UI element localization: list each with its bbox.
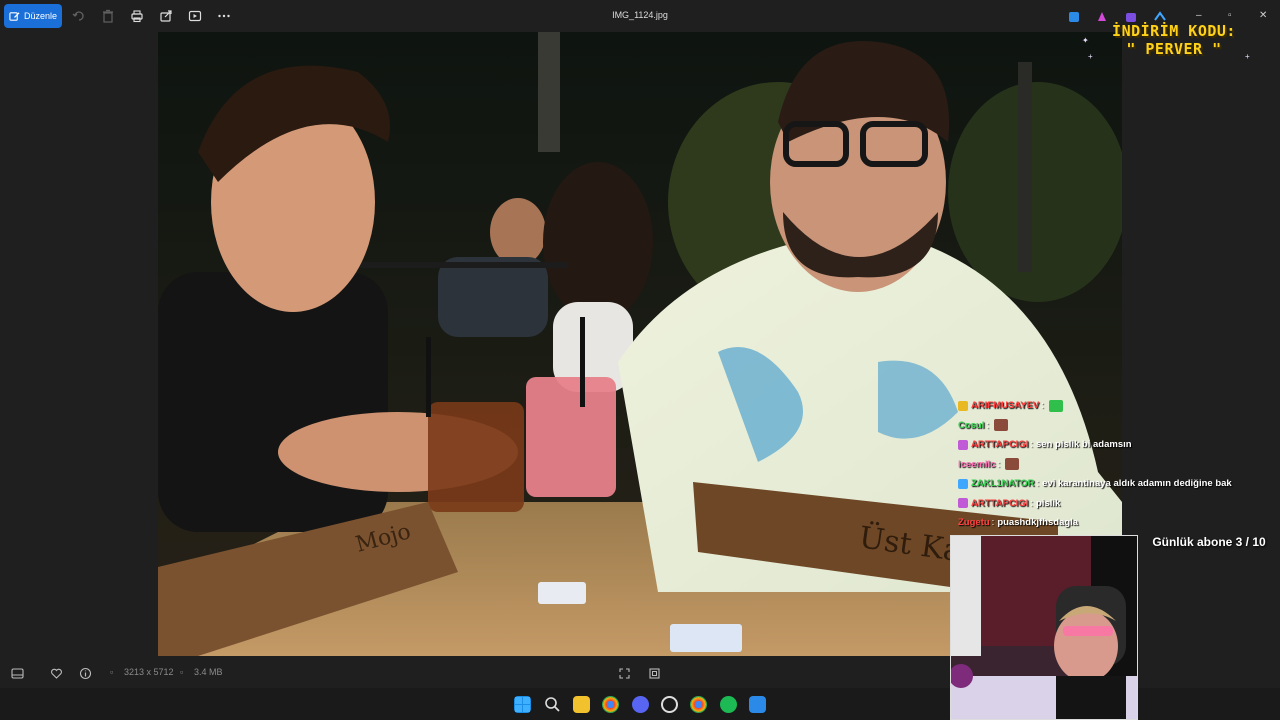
chat-separator: : [1041, 400, 1044, 412]
filmstrip-icon[interactable] [11, 667, 24, 680]
badge-icon [958, 400, 968, 411]
top-toolbar: Düzenle IMG_1124.jpg – ▫ ✕ [0, 0, 1280, 32]
discord-icon[interactable] [632, 696, 649, 713]
chat-username: ARIFMUSAYEV [971, 400, 1040, 412]
promo-line-1: İNDİRİM KODU: [1112, 22, 1236, 40]
chat-message: ARIFMUSAYEV: [958, 396, 1278, 416]
window-title: IMG_1124.jpg [612, 10, 668, 20]
minimize-icon[interactable]: – [1196, 10, 1202, 21]
start-icon[interactable] [514, 696, 531, 713]
chat-message: Zugetu: puashdkjfhsdagla [958, 513, 1278, 533]
stream-chat: ARIFMUSAYEV: Cosul: ARTTAPCIGI: sen pislik … [958, 396, 1278, 533]
chat-separator: : [986, 419, 990, 431]
zoom-icon[interactable] [648, 667, 661, 680]
sparkle-icon: + [1245, 52, 1250, 61]
badge-icon [958, 439, 968, 450]
chat-message-text: pislik [1036, 497, 1061, 509]
promo-line-2: " PERVER " [1126, 40, 1222, 58]
chat-message: iceemilc: [958, 455, 1278, 475]
sparkle-icon: ✦ [1082, 36, 1089, 45]
chat-message-text: puashdkjfhsdagla [997, 517, 1079, 529]
chat-username: iceemilc [958, 458, 996, 470]
info-icon[interactable] [79, 667, 92, 680]
file-size: 3.4 MB [194, 667, 223, 677]
emote-icon [1048, 399, 1063, 412]
app-icon[interactable] [661, 696, 678, 713]
spotify-icon[interactable] [720, 696, 737, 713]
chat-message-text: sen pislik bi adamsın [1036, 439, 1132, 451]
sparkle-icon: + [1088, 52, 1093, 61]
emote-icon [1005, 458, 1020, 471]
badge-icon [958, 478, 968, 489]
disk-icon: ▫ [180, 667, 184, 677]
chat-username: ARTTAPCIGI [971, 439, 1029, 451]
close-icon[interactable]: ✕ [1259, 10, 1267, 21]
promo-code-overlay: İNDİRİM KODU: " PERVER " [1104, 22, 1244, 58]
chat-message: ZAKL1NATOR: evi karantinaya aldık adamın … [958, 474, 1278, 494]
photos-app-window: Düzenle IMG_1124.jpg – ▫ ✕ Mojo Üst Ka ▫… [0, 0, 1280, 720]
badge-icon [958, 498, 968, 509]
chat-separator: : [1030, 497, 1033, 509]
fit-icon[interactable] [618, 667, 631, 680]
chat-username: ARTTAPCIGI [971, 497, 1029, 509]
photos-icon[interactable] [749, 696, 766, 713]
chat-separator: : [991, 517, 995, 529]
favorite-icon[interactable] [50, 667, 63, 680]
chat-separator: : [1036, 478, 1040, 490]
chrome-icon[interactable] [602, 696, 619, 713]
chat-separator: : [1030, 439, 1033, 451]
chat-message-text: evi karantinaya aldık adamın dediğine ba… [1042, 478, 1232, 490]
chat-message: ARTTAPCIGI: sen pislik bi adamsın [958, 435, 1278, 455]
search-icon[interactable] [544, 696, 561, 713]
emote-icon [994, 419, 1009, 432]
image-dimensions: 3213 x 5712 [124, 667, 174, 677]
file-explorer-icon[interactable] [573, 696, 590, 713]
sub-goal-counter: Günlük abone 3 / 10 [1152, 535, 1266, 549]
chat-username: ZAKL1NATOR [971, 478, 1035, 490]
chat-username: Cosul [958, 419, 985, 431]
webcam-feed [950, 535, 1138, 720]
chat-separator: : [997, 458, 1001, 470]
chrome-icon[interactable] [690, 696, 707, 713]
image-icon: ▫ [110, 667, 114, 677]
tray-app-icon[interactable] [1066, 9, 1082, 25]
chat-message: ARTTAPCIGI: pislik [958, 494, 1278, 514]
chat-username: Zugetu [958, 517, 990, 529]
chat-message: Cosul: [958, 416, 1278, 436]
maximize-icon[interactable]: ▫ [1228, 10, 1232, 21]
